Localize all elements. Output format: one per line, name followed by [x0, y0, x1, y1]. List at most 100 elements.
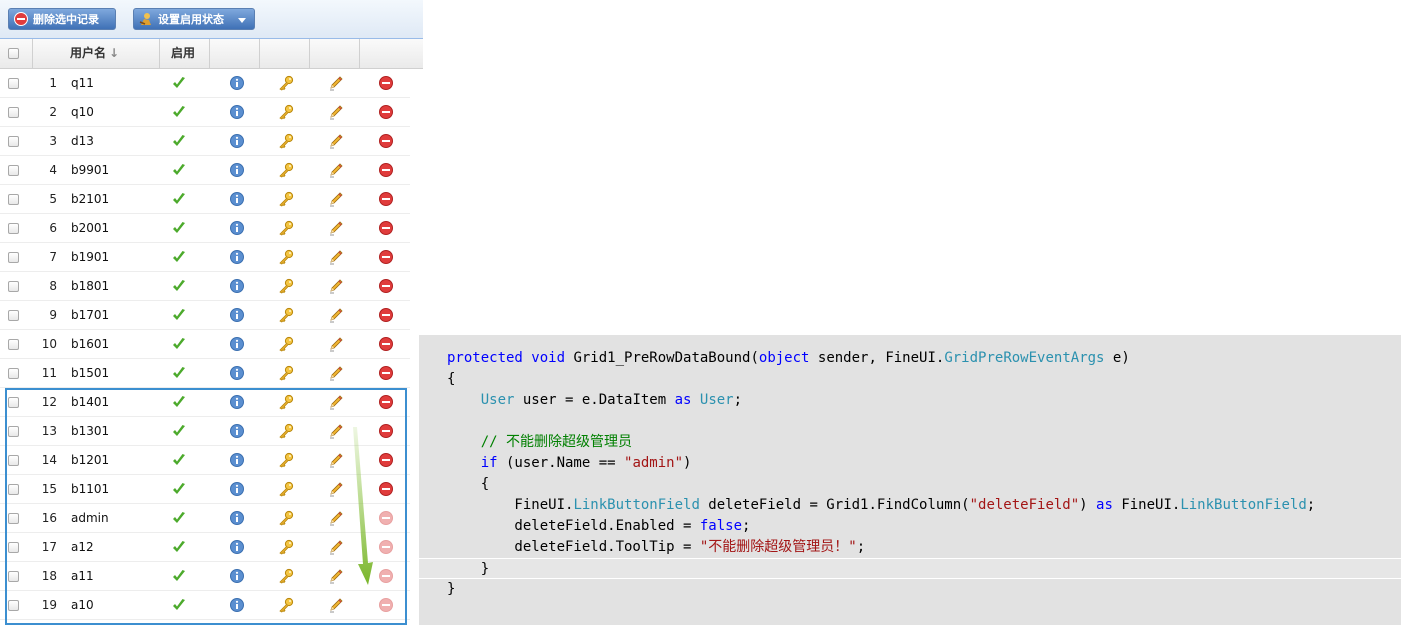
info-icon[interactable]	[229, 249, 245, 265]
pencil-icon[interactable]	[328, 133, 344, 149]
row-checkbox[interactable]	[8, 600, 19, 611]
key-icon[interactable]	[278, 481, 294, 497]
delete-icon[interactable]	[378, 278, 394, 294]
row-checkbox[interactable]	[8, 484, 19, 495]
row-checkbox[interactable]	[8, 252, 19, 263]
pencil-icon[interactable]	[328, 162, 344, 178]
header-enabled[interactable]: 启用	[160, 39, 210, 68]
key-icon[interactable]	[278, 104, 294, 120]
delete-icon[interactable]	[378, 307, 394, 323]
info-icon[interactable]	[229, 307, 245, 323]
table-row[interactable]: 7 b1901	[0, 243, 410, 272]
table-row[interactable]: 19 a10	[0, 591, 410, 620]
delete-icon[interactable]	[378, 423, 394, 439]
pencil-icon[interactable]	[328, 191, 344, 207]
info-icon[interactable]	[229, 539, 245, 555]
key-icon[interactable]	[278, 249, 294, 265]
table-row[interactable]: 9 b1701	[0, 301, 410, 330]
info-icon[interactable]	[229, 75, 245, 91]
pencil-icon[interactable]	[328, 220, 344, 236]
table-row[interactable]: 5 b2101	[0, 185, 410, 214]
pencil-icon[interactable]	[328, 365, 344, 381]
key-icon[interactable]	[278, 452, 294, 468]
key-icon[interactable]	[278, 307, 294, 323]
key-icon[interactable]	[278, 336, 294, 352]
table-row[interactable]: 17 a12	[0, 533, 410, 562]
pencil-icon[interactable]	[328, 423, 344, 439]
key-icon[interactable]	[278, 539, 294, 555]
info-icon[interactable]	[229, 191, 245, 207]
header-username[interactable]: 用户名 ↓	[33, 39, 160, 68]
pencil-icon[interactable]	[328, 510, 344, 526]
info-icon[interactable]	[229, 568, 245, 584]
key-icon[interactable]	[278, 568, 294, 584]
key-icon[interactable]	[278, 133, 294, 149]
pencil-icon[interactable]	[328, 249, 344, 265]
key-icon[interactable]	[278, 510, 294, 526]
key-icon[interactable]	[278, 75, 294, 91]
delete-icon[interactable]	[378, 365, 394, 381]
table-row[interactable]: 12 b1401	[0, 388, 410, 417]
pencil-icon[interactable]	[328, 539, 344, 555]
table-row[interactable]: 14 b1201	[0, 446, 410, 475]
info-icon[interactable]	[229, 597, 245, 613]
table-row[interactable]: 8 b1801	[0, 272, 410, 301]
row-checkbox[interactable]	[8, 571, 19, 582]
pencil-icon[interactable]	[328, 597, 344, 613]
info-icon[interactable]	[229, 162, 245, 178]
delete-icon[interactable]	[378, 220, 394, 236]
delete-icon[interactable]	[378, 249, 394, 265]
delete-icon[interactable]	[378, 191, 394, 207]
delete-icon[interactable]	[378, 394, 394, 410]
key-icon[interactable]	[278, 365, 294, 381]
table-row[interactable]: 13 b1301	[0, 417, 410, 446]
pencil-icon[interactable]	[328, 278, 344, 294]
delete-icon[interactable]	[378, 452, 394, 468]
row-checkbox[interactable]	[8, 397, 19, 408]
pencil-icon[interactable]	[328, 307, 344, 323]
row-checkbox[interactable]	[8, 513, 19, 524]
row-checkbox[interactable]	[8, 136, 19, 147]
row-checkbox[interactable]	[8, 310, 19, 321]
pencil-icon[interactable]	[328, 452, 344, 468]
info-icon[interactable]	[229, 133, 245, 149]
table-row[interactable]: 11 b1501	[0, 359, 410, 388]
info-icon[interactable]	[229, 452, 245, 468]
row-checkbox[interactable]	[8, 107, 19, 118]
delete-icon[interactable]	[378, 336, 394, 352]
table-row[interactable]: 1 q11	[0, 69, 410, 98]
info-icon[interactable]	[229, 510, 245, 526]
info-icon[interactable]	[229, 481, 245, 497]
key-icon[interactable]	[278, 423, 294, 439]
info-icon[interactable]	[229, 220, 245, 236]
row-checkbox[interactable]	[8, 194, 19, 205]
delete-icon[interactable]	[378, 133, 394, 149]
set-status-button[interactable]: 设置启用状态	[133, 8, 255, 30]
key-icon[interactable]	[278, 278, 294, 294]
table-row[interactable]: 16 admin	[0, 504, 410, 533]
row-checkbox[interactable]	[8, 368, 19, 379]
key-icon[interactable]	[278, 597, 294, 613]
info-icon[interactable]	[229, 336, 245, 352]
key-icon[interactable]	[278, 162, 294, 178]
key-icon[interactable]	[278, 191, 294, 207]
pencil-icon[interactable]	[328, 394, 344, 410]
pencil-icon[interactable]	[328, 568, 344, 584]
row-checkbox[interactable]	[8, 339, 19, 350]
info-icon[interactable]	[229, 104, 245, 120]
delete-selected-button[interactable]: 删除选中记录	[8, 8, 116, 30]
pencil-icon[interactable]	[328, 104, 344, 120]
key-icon[interactable]	[278, 394, 294, 410]
info-icon[interactable]	[229, 365, 245, 381]
delete-icon[interactable]	[378, 75, 394, 91]
table-row[interactable]: 18 a11	[0, 562, 410, 591]
info-icon[interactable]	[229, 278, 245, 294]
row-checkbox[interactable]	[8, 78, 19, 89]
pencil-icon[interactable]	[328, 75, 344, 91]
table-row[interactable]: 6 b2001	[0, 214, 410, 243]
pencil-icon[interactable]	[328, 336, 344, 352]
delete-icon[interactable]	[378, 481, 394, 497]
table-row[interactable]: 3 d13	[0, 127, 410, 156]
row-checkbox[interactable]	[8, 426, 19, 437]
info-icon[interactable]	[229, 423, 245, 439]
